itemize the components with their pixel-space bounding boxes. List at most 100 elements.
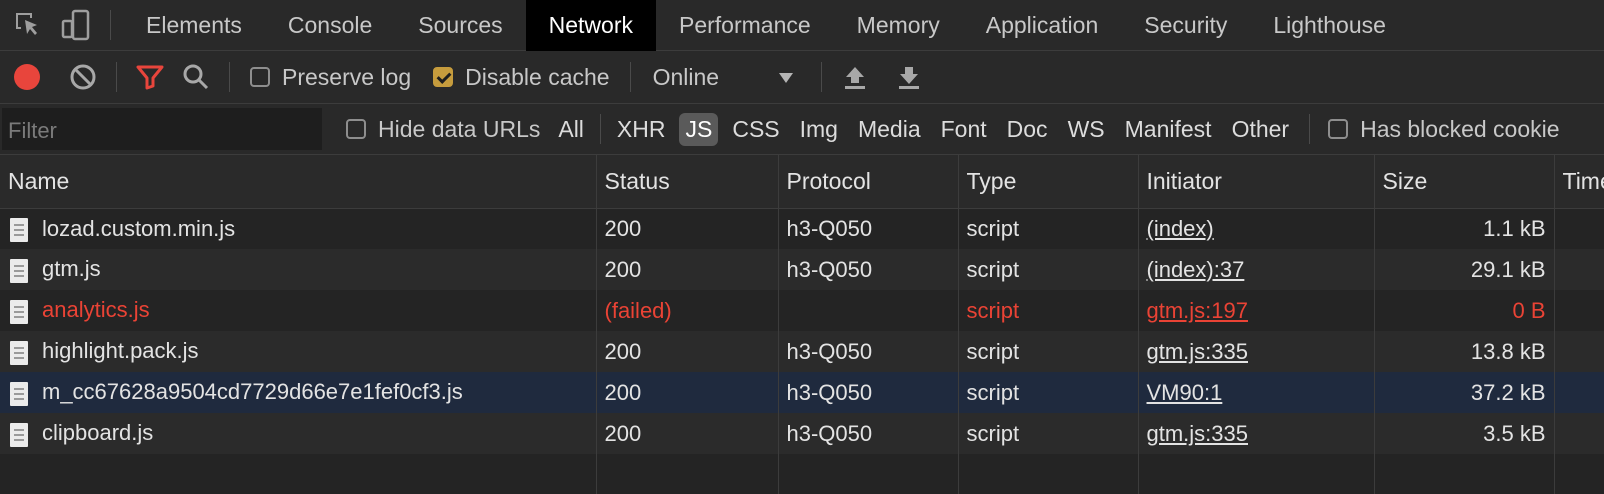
record-icon <box>14 64 40 90</box>
filler-cell <box>1554 454 1604 494</box>
has-blocked-cookies-label: Has blocked cookie <box>1360 115 1560 142</box>
table-row[interactable]: analytics.js (failed) script gtm.js:197 0 B <box>0 290 1604 331</box>
clear-button[interactable] <box>60 51 106 104</box>
type-filter-all[interactable]: All <box>552 113 590 146</box>
device-toolbar-icon[interactable] <box>52 0 100 51</box>
initiator-link[interactable]: gtm.js:197 <box>1147 298 1249 323</box>
import-har-button[interactable] <box>832 51 878 104</box>
initiator-link[interactable]: gtm.js:335 <box>1147 421 1249 446</box>
tab-application[interactable]: Application <box>963 0 1122 51</box>
type-cell: script <box>958 413 1139 454</box>
file-icon <box>10 258 28 283</box>
tab-memory[interactable]: Memory <box>834 0 963 51</box>
hide-data-urls-box[interactable] <box>346 119 366 139</box>
initiator-link[interactable]: gtm.js:335 <box>1147 339 1249 364</box>
tab-network[interactable]: Network <box>525 0 656 51</box>
column-header-size[interactable]: Size <box>1374 155 1555 209</box>
type-cell: script <box>958 208 1139 249</box>
export-har-icon <box>898 67 919 89</box>
has-blocked-cookies-box[interactable] <box>1328 119 1349 139</box>
table-row[interactable]: m_cc67628a9504cd7729d66e7e1fef0cf3.js 200… <box>0 372 1604 413</box>
hide-data-urls-label: Hide data URLs <box>378 115 541 142</box>
request-name: gtm.js <box>42 256 101 282</box>
table-filler-row <box>0 454 1604 494</box>
type-cell: script <box>958 372 1139 413</box>
time-cell <box>1554 372 1604 413</box>
tab-console[interactable]: Console <box>265 0 395 51</box>
type-filter-manifest[interactable]: Manifest <box>1119 113 1218 146</box>
chevron-down-icon <box>778 72 793 83</box>
size-cell: 37.2 kB <box>1374 372 1555 413</box>
time-cell <box>1554 290 1604 331</box>
filter-toggle-button[interactable] <box>127 51 173 104</box>
filter-input[interactable]: Filter <box>2 108 322 150</box>
type-filter-media[interactable]: Media <box>852 113 927 146</box>
time-cell <box>1554 249 1604 290</box>
throttling-value: Online <box>652 63 720 90</box>
toolbar-divider <box>820 62 822 92</box>
protocol-cell: h3-Q050 <box>778 208 959 249</box>
filler-cell <box>1374 454 1555 494</box>
column-header-name[interactable]: Name <box>0 155 597 209</box>
table-row[interactable]: clipboard.js 200 h3-Q050 script gtm.js:335 3.… <box>0 413 1604 454</box>
preserve-log-checkbox[interactable]: Preserve log <box>250 64 411 91</box>
has-blocked-cookies-checkbox[interactable]: Has blocked cookie <box>1328 115 1560 143</box>
table-row[interactable]: lozad.custom.min.js 200 h3-Q050 script (inde… <box>0 208 1604 249</box>
type-filter-doc[interactable]: Doc <box>1001 113 1054 146</box>
initiator-link[interactable]: (index):37 <box>1147 257 1245 282</box>
initiator-link[interactable]: (index) <box>1147 216 1214 241</box>
request-name: highlight.pack.js <box>42 338 199 364</box>
request-name-cell[interactable]: clipboard.js <box>0 413 597 454</box>
size-cell: 13.8 kB <box>1374 331 1555 372</box>
request-name: analytics.js <box>42 297 150 323</box>
type-filter-xhr[interactable]: XHR <box>611 113 672 146</box>
toolbar-divider <box>599 114 601 144</box>
request-name-cell[interactable]: m_cc67628a9504cd7729d66e7e1fef0cf3.js <box>0 372 597 413</box>
inspect-element-icon[interactable] <box>4 0 52 51</box>
disable-cache-checkbox[interactable]: Disable cache <box>433 64 610 91</box>
request-name-cell[interactable]: highlight.pack.js <box>0 331 597 372</box>
column-header-initiator[interactable]: Initiator <box>1138 155 1375 209</box>
size-cell: 3.5 kB <box>1374 413 1555 454</box>
disable-cache-box[interactable] <box>433 67 454 87</box>
type-filter-img[interactable]: Img <box>794 113 844 146</box>
filler-cell <box>1138 454 1375 494</box>
tab-sources[interactable]: Sources <box>395 0 525 51</box>
request-name: clipboard.js <box>42 420 154 446</box>
type-cell: script <box>958 290 1139 331</box>
column-header-status[interactable]: Status <box>596 155 779 209</box>
type-filter-js[interactable]: JS <box>679 112 719 146</box>
toolbar-divider <box>1309 114 1311 144</box>
type-filter-font[interactable]: Font <box>935 113 993 146</box>
type-filter-css[interactable]: CSS <box>726 113 785 146</box>
table-row[interactable]: gtm.js 200 h3-Q050 script (index):37 29.1 kB <box>0 249 1604 290</box>
request-name: m_cc67628a9504cd7729d66e7e1fef0cf3.js <box>42 379 463 405</box>
tab-security[interactable]: Security <box>1121 0 1250 51</box>
initiator-cell: gtm.js:197 <box>1138 290 1375 331</box>
search-button[interactable] <box>173 51 219 104</box>
tab-elements[interactable]: Elements <box>123 0 265 51</box>
time-cell <box>1554 208 1604 249</box>
initiator-link[interactable]: VM90:1 <box>1147 380 1223 405</box>
request-name-cell[interactable]: lozad.custom.min.js <box>0 208 597 249</box>
column-header-protocol[interactable]: Protocol <box>778 155 959 209</box>
request-name-cell[interactable]: gtm.js <box>0 249 597 290</box>
preserve-log-box[interactable] <box>250 67 270 87</box>
type-filter-ws[interactable]: WS <box>1062 113 1111 146</box>
record-button[interactable] <box>4 51 50 104</box>
hide-data-urls-checkbox[interactable]: Hide data URLs <box>346 116 540 143</box>
tab-lighthouse[interactable]: Lighthouse <box>1250 0 1409 51</box>
column-header-type[interactable]: Type <box>958 155 1139 209</box>
type-filter-other[interactable]: Other <box>1226 113 1296 146</box>
table-row[interactable]: highlight.pack.js 200 h3-Q050 script gtm.js:… <box>0 331 1604 372</box>
column-header-time[interactable]: Time <box>1554 155 1604 209</box>
protocol-cell: h3-Q050 <box>778 372 959 413</box>
throttling-select[interactable]: Online <box>641 51 793 104</box>
export-har-button[interactable] <box>886 51 932 104</box>
protocol-cell: h3-Q050 <box>778 331 959 372</box>
toolbar-divider <box>629 62 631 92</box>
initiator-cell: (index):37 <box>1138 249 1375 290</box>
clear-icon <box>70 64 96 90</box>
tab-performance[interactable]: Performance <box>656 0 834 51</box>
request-name-cell[interactable]: analytics.js <box>0 290 597 331</box>
